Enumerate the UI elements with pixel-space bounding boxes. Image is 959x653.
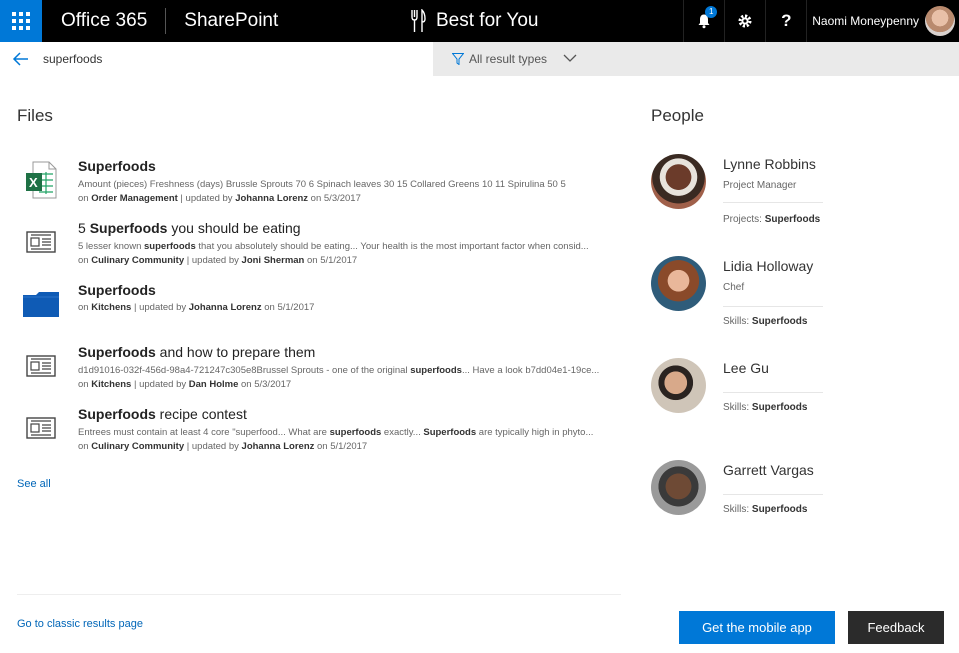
person-projects: Projects: Superfoods <box>723 214 821 225</box>
account-manager[interactable]: Naomi Moneypenny <box>806 0 959 42</box>
footer-divider <box>17 594 621 595</box>
folder-icon <box>17 282 65 326</box>
svg-text:X: X <box>29 175 38 190</box>
avatar <box>651 358 706 413</box>
file-result[interactable]: X Superfoods Amount (pieces) Freshness (… <box>17 158 622 206</box>
notifications-button[interactable]: 1 <box>683 0 724 42</box>
back-arrow-icon[interactable] <box>12 51 29 67</box>
file-meta: on Kitchens | updated by Dan Holme on 5/… <box>78 379 292 390</box>
file-meta: on Kitchens | updated by Johanna Lorenz … <box>78 302 315 313</box>
gear-icon <box>738 14 752 28</box>
file-result[interactable]: 5 Superfoods you should be eating 5 less… <box>17 220 622 268</box>
avatar <box>651 460 706 515</box>
site-title-text: Best for You <box>436 10 539 31</box>
divider <box>723 392 823 393</box>
person-card[interactable]: Garrett Vargas Skills: Superfoods <box>651 460 941 520</box>
news-page-icon <box>17 220 65 264</box>
filter-icon <box>452 53 464 65</box>
suite-right-controls: 1 ? Naomi Moneypenny <box>683 0 959 42</box>
file-meta: on Culinary Community | updated by Joni … <box>78 255 358 266</box>
fork-knife-icon <box>411 9 426 32</box>
person-card[interactable]: Lee Gu Skills: Superfoods <box>651 358 941 418</box>
person-skills: Skills: Superfoods <box>723 316 808 327</box>
file-result[interactable]: Superfoods on Kitchens | updated by Joha… <box>17 282 622 322</box>
file-summary: Amount (pieces) Freshness (days) Brussle… <box>78 179 566 190</box>
filter-label: All result types <box>469 52 548 66</box>
help-button[interactable]: ? <box>765 0 806 42</box>
settings-button[interactable] <box>724 0 765 42</box>
feedback-button[interactable]: Feedback <box>848 611 944 644</box>
news-page-icon <box>17 344 65 388</box>
person-name[interactable]: Lynne Robbins <box>723 156 816 172</box>
chevron-down-icon <box>563 54 577 62</box>
help-icon: ? <box>781 11 792 30</box>
site-title[interactable]: Best for You <box>410 0 538 42</box>
file-result[interactable]: Superfoods and how to prepare them d1d91… <box>17 344 622 392</box>
file-summary: 5 lesser known superfoods that you absol… <box>78 241 589 252</box>
person-skills: Skills: Superfoods <box>723 402 808 413</box>
file-result[interactable]: Superfoods recipe contest Entrees must c… <box>17 406 622 454</box>
divider <box>723 202 823 203</box>
file-meta: on Order Management | updated by Johanna… <box>78 193 361 204</box>
files-heading: Files <box>17 106 53 125</box>
person-name[interactable]: Lidia Holloway <box>723 258 813 274</box>
office-365-link[interactable]: Office 365 <box>42 0 165 42</box>
result-type-filter[interactable]: All result types <box>433 42 959 76</box>
person-role: Chef <box>723 282 745 293</box>
divider <box>723 306 823 307</box>
app-launcher-button[interactable] <box>0 0 42 42</box>
person-card[interactable]: Lynne Robbins Project Manager Projects: … <box>651 154 941 234</box>
see-all-link[interactable]: See all <box>17 478 51 490</box>
avatar <box>651 154 706 209</box>
avatar <box>925 6 955 36</box>
suite-bar: Office 365 SharePoint Best for You 1 ? N… <box>0 0 959 42</box>
excel-file-icon: X <box>17 158 65 202</box>
file-title[interactable]: Superfoods and how to prepare them <box>78 344 315 360</box>
divider <box>723 494 823 495</box>
classic-results-link[interactable]: Go to classic results page <box>17 618 143 630</box>
get-mobile-app-button[interactable]: Get the mobile app <box>679 611 835 644</box>
file-title[interactable]: Superfoods <box>78 158 156 174</box>
news-page-icon <box>17 406 65 450</box>
file-meta: on Culinary Community | updated by Johan… <box>78 441 368 452</box>
avatar <box>651 256 706 311</box>
file-summary: d1d91016-032f-456d-98a4-721247c305e8Brus… <box>78 365 600 376</box>
person-name[interactable]: Garrett Vargas <box>723 462 814 478</box>
person-skills: Skills: Superfoods <box>723 504 808 515</box>
person-role: Project Manager <box>723 180 797 191</box>
file-title[interactable]: 5 Superfoods you should be eating <box>78 220 301 236</box>
search-query[interactable]: superfoods <box>43 42 102 76</box>
file-summary: Entrees must contain at least 4 core "su… <box>78 427 594 438</box>
waffle-icon <box>12 12 30 30</box>
person-card[interactable]: Lidia Holloway Chef Skills: Superfoods <box>651 256 941 336</box>
file-title[interactable]: Superfoods recipe contest <box>78 406 247 422</box>
notification-badge: 1 <box>705 6 718 18</box>
user-name: Naomi Moneypenny <box>812 14 919 28</box>
sharepoint-link[interactable]: SharePoint <box>166 0 278 42</box>
people-heading: People <box>651 106 704 125</box>
file-title[interactable]: Superfoods <box>78 282 156 298</box>
search-bar: superfoods All result types <box>0 42 959 76</box>
person-name[interactable]: Lee Gu <box>723 360 769 376</box>
